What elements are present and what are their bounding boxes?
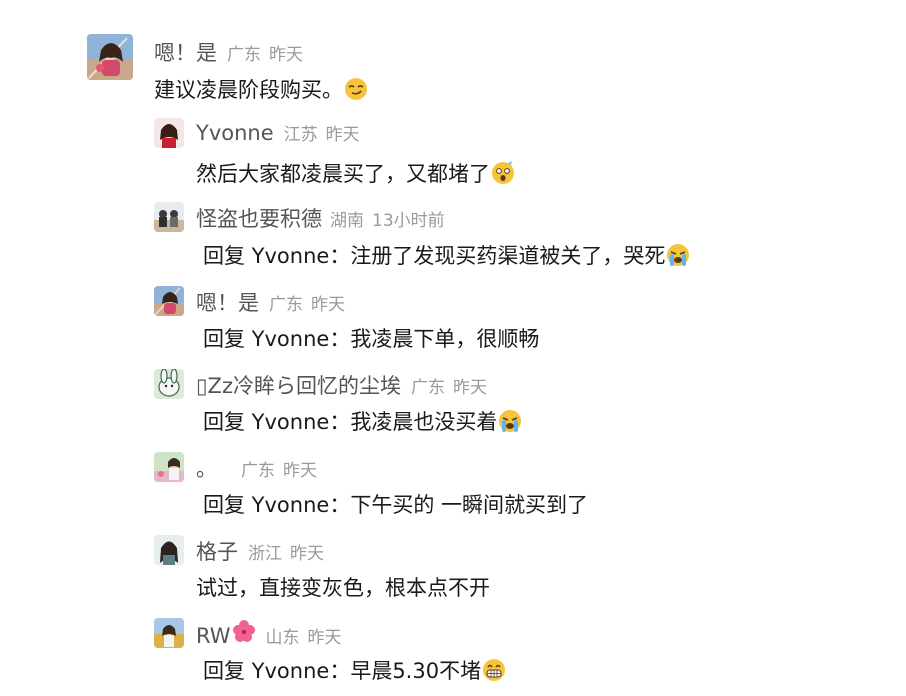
- comment-meta: ▯Zz冷眸ら回忆的尘埃 广东 昨天: [196, 370, 487, 400]
- comment-time: 昨天: [452, 378, 487, 398]
- avatar[interactable]: [154, 535, 184, 565]
- comment-content: 回复 Yvonne：我凌晨也没买着: [203, 406, 522, 436]
- comment-time: 昨天: [283, 461, 317, 481]
- avatar[interactable]: [154, 369, 184, 399]
- comment-time: 13小时前: [372, 211, 445, 231]
- comment-text: 回复 Yvonne：我凌晨下单，很顺畅: [203, 327, 540, 351]
- user-location: 湖南: [330, 211, 364, 231]
- avatar[interactable]: [154, 202, 184, 232]
- avatar[interactable]: [87, 34, 133, 80]
- comment-content: 然后大家都凌晨买了，又都堵了: [196, 158, 515, 188]
- user-location: 山东: [265, 628, 300, 648]
- avatar-image-icon: [154, 118, 184, 148]
- comment-meta: 。 广东 昨天: [196, 453, 317, 483]
- user-name[interactable]: 。: [196, 453, 217, 483]
- user-name[interactable]: 怪盗也要积德: [196, 203, 322, 233]
- avatar[interactable]: [154, 286, 184, 316]
- avatar-image-icon: [154, 618, 184, 648]
- user-name[interactable]: RW: [196, 624, 231, 648]
- comment-text: 然后大家都凌晨买了，又都堵了: [196, 162, 490, 186]
- comment-text: 回复 Yvonne：注册了发现买药渠道被关了，哭死: [203, 244, 666, 268]
- crying-emoji-icon: [498, 409, 522, 433]
- smirk-emoji-icon: [344, 77, 368, 101]
- comment-content: 回复 Yvonne：早晨5.30不堵: [203, 655, 506, 685]
- user-location: 广东: [410, 378, 445, 398]
- comment-content: 试过，直接变灰色，根本点不开: [196, 572, 490, 602]
- avatar-image-icon: [154, 202, 184, 232]
- user-name[interactable]: 嗯！是: [154, 37, 217, 67]
- comment-meta: Yvonne 江苏 昨天: [196, 120, 360, 145]
- comment-time: 昨天: [290, 544, 324, 564]
- comment-text: 回复 Yvonne：早晨5.30不堵: [203, 659, 482, 683]
- comment-time: 昨天: [311, 295, 345, 315]
- avatar-image-icon: [87, 34, 133, 80]
- user-name[interactable]: 格子: [196, 536, 238, 566]
- comment-meta: RW 山东 昨天: [196, 619, 342, 648]
- user-location: 江苏: [283, 125, 318, 145]
- grin-emoji-icon: [482, 658, 506, 682]
- comment-time: 昨天: [307, 628, 342, 648]
- avatar-image-icon: [154, 369, 184, 399]
- avatar-image-icon: [154, 452, 184, 482]
- comment-meta: 嗯！是 广东 昨天: [154, 37, 303, 67]
- comment-time: 昨天: [325, 125, 360, 145]
- avatar[interactable]: [154, 618, 184, 648]
- avatar[interactable]: [154, 452, 184, 482]
- comment-meta: 怪盗也要积德 湖南 13小时前: [196, 203, 445, 233]
- user-name[interactable]: 嗯！是: [196, 287, 259, 317]
- user-name[interactable]: Yvonne: [196, 121, 274, 145]
- avatar-image-icon: [154, 535, 184, 565]
- comment-meta: 嗯！是 广东 昨天: [196, 287, 345, 317]
- user-location: 浙江: [248, 544, 282, 564]
- comment-text: 建议凌晨阶段购买。: [154, 78, 343, 102]
- user-location: 广东: [241, 461, 275, 481]
- comment-time: 昨天: [269, 45, 303, 65]
- comment-content: 建议凌晨阶段购买。: [154, 74, 368, 104]
- hibiscus-emoji-icon: [232, 619, 256, 643]
- crying-emoji-icon: [666, 243, 690, 267]
- avatar[interactable]: [154, 118, 184, 148]
- comment-content: 回复 Yvonne：注册了发现买药渠道被关了，哭死: [203, 240, 690, 270]
- avatar-image-icon: [154, 286, 184, 316]
- comment-text: 试过，直接变灰色，根本点不开: [196, 576, 490, 600]
- comment-text: 回复 Yvonne：我凌晨也没买着: [203, 410, 498, 434]
- comment-meta: 格子 浙江 昨天: [196, 536, 324, 566]
- user-name[interactable]: ▯Zz冷眸ら回忆的尘埃: [196, 370, 401, 400]
- shocked-emoji-icon: [491, 161, 515, 185]
- comment-content: 回复 Yvonne：下午买的 一瞬间就买到了: [203, 489, 588, 519]
- comment-content: 回复 Yvonne：我凌晨下单，很顺畅: [203, 323, 539, 353]
- user-location: 广东: [227, 45, 261, 65]
- comment-text: 回复 Yvonne：下午买的 一瞬间就买到了: [203, 493, 588, 517]
- user-location: 广东: [269, 295, 303, 315]
